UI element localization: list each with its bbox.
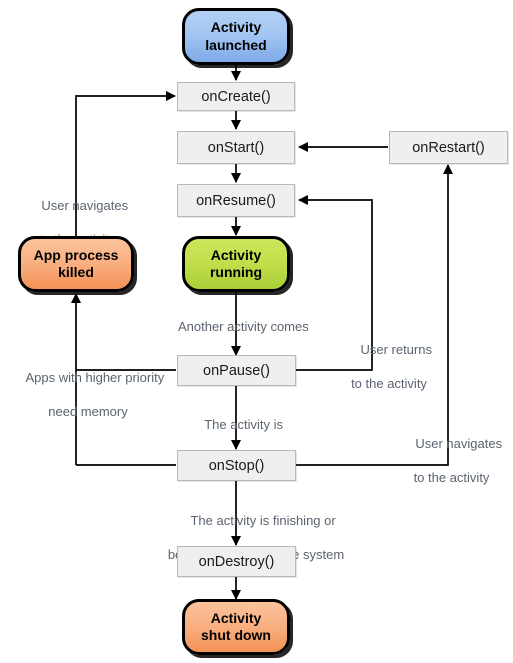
edge-label-user-navigates-right: User navigates to the activity [394, 418, 509, 521]
state-activity-running[interactable]: Activity running [182, 236, 290, 292]
callback-oncreate-label: onCreate() [201, 88, 271, 105]
state-app-process-killed-line1: App process [33, 246, 119, 263]
callback-onpause-label: onPause() [203, 362, 270, 379]
activity-lifecycle-diagram: Activity launched onCreate() onStart() o… [0, 0, 513, 663]
callback-onresume[interactable]: onResume() [177, 184, 295, 217]
edge-label-apps-higher-priority-line2: need memory [48, 404, 128, 420]
state-activity-running-line2: running [209, 264, 263, 280]
callback-ondestroy[interactable]: onDestroy() [177, 546, 296, 577]
callback-onstart[interactable]: onStart() [177, 131, 295, 164]
edge-label-finishing-destroyed-line1: The activity is finishing or [190, 513, 336, 529]
state-activity-launched[interactable]: Activity launched [182, 8, 290, 65]
edge-label-user-returns-line1: User returns [360, 342, 432, 358]
callback-onrestart-label: onRestart() [412, 139, 485, 156]
state-activity-shut-down-line2: shut down [201, 627, 271, 643]
state-app-process-killed-line2: killed [58, 264, 94, 280]
edge-label-another-activity: Another activity comes into the foregrou… [156, 301, 317, 404]
state-activity-running-line1: Activity [210, 246, 262, 263]
callback-onstart-label: onStart() [207, 139, 265, 156]
state-activity-shut-down[interactable]: Activity shut down [182, 599, 290, 655]
state-activity-launched-line1: Activity [210, 19, 262, 36]
edge-label-user-returns: User returns to the activity [337, 324, 441, 427]
edge-label-user-navigates-right-line1: User navigates [415, 436, 503, 452]
edge-label-apps-higher-priority: Apps with higher priority need memory [8, 352, 168, 455]
callback-ondestroy-label: onDestroy() [198, 553, 275, 570]
callback-onrestart[interactable]: onRestart() [389, 131, 508, 164]
edge-label-apps-higher-priority-line1: Apps with higher priority [25, 370, 165, 386]
state-activity-launched-line2: launched [205, 36, 267, 53]
callback-onresume-label: onResume() [196, 192, 276, 209]
callback-onpause[interactable]: onPause() [177, 355, 296, 386]
edge-label-no-longer-visible-line1: The activity is [204, 417, 283, 433]
edge-label-user-navigates-right-line2: to the activity [413, 470, 490, 486]
state-activity-shut-down-line1: Activity [210, 609, 262, 626]
callback-oncreate[interactable]: onCreate() [177, 82, 295, 111]
edge-label-another-activity-line1: Another activity comes [177, 319, 309, 335]
state-app-process-killed[interactable]: App process killed [18, 236, 134, 292]
callback-onstop[interactable]: onStop() [177, 450, 296, 481]
edge-label-user-navigates-left-line1: User navigates [41, 198, 129, 214]
edge-label-user-returns-line2: to the activity [351, 376, 427, 392]
callback-onstop-label: onStop() [208, 457, 265, 474]
